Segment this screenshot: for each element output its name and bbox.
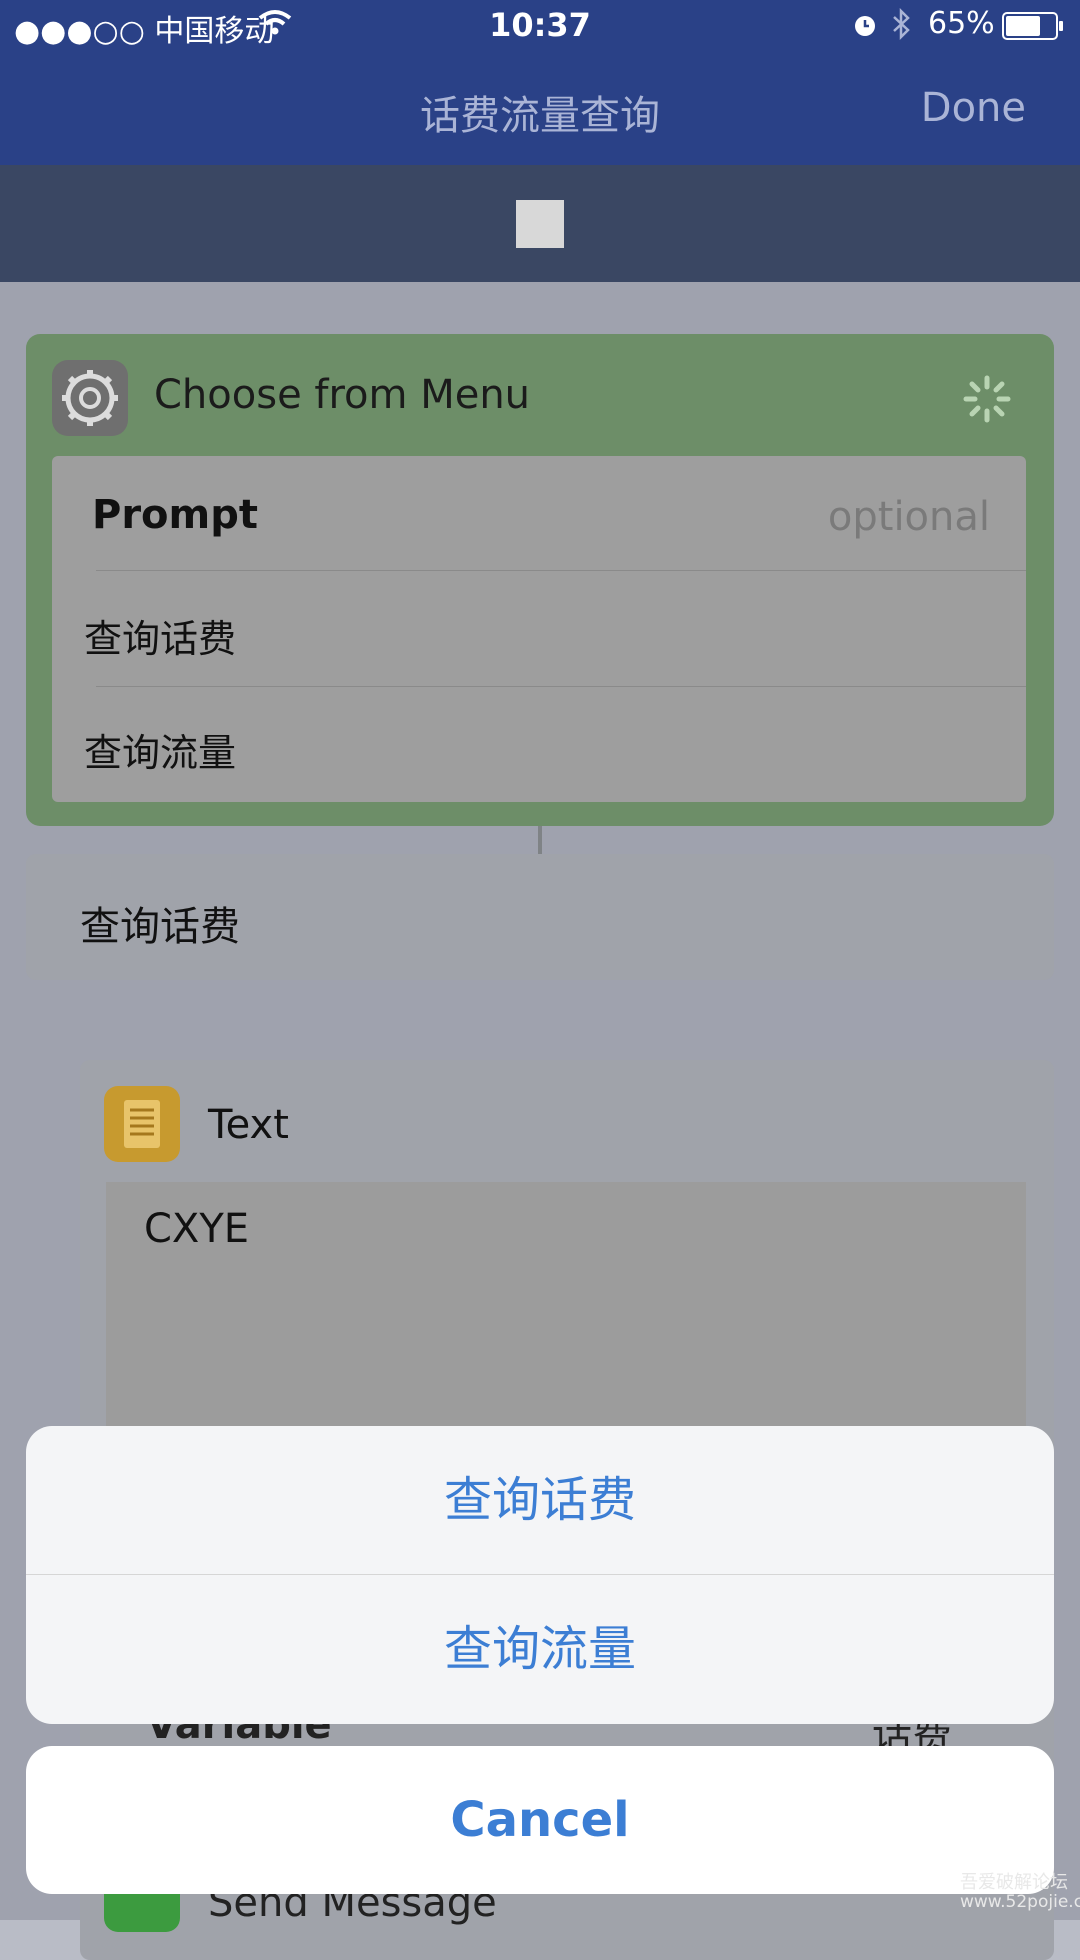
text-field-value: CXYE xyxy=(144,1206,250,1252)
stop-icon[interactable] xyxy=(516,200,564,248)
done-button[interactable]: Done xyxy=(921,85,1026,131)
watermark-text: 吾爱破解论坛 xyxy=(960,1872,1068,1893)
sheet-option-button[interactable]: 查询流量 xyxy=(26,1575,1054,1723)
menu-item[interactable]: 查询话费 xyxy=(84,608,236,663)
action-sheet: 查询话费 查询流量 xyxy=(26,1426,1054,1724)
bluetooth-icon xyxy=(890,7,912,44)
battery-icon xyxy=(1002,12,1064,44)
page-title: 话费流量查询 xyxy=(420,93,660,139)
gear-icon xyxy=(52,360,128,436)
battery-percent: 65% xyxy=(928,6,995,41)
menu-case-label: 查询话费 xyxy=(80,904,240,950)
flow-connector xyxy=(538,826,542,856)
status-bar: ●●●○○ 中国移动 10:37 65% xyxy=(0,0,1080,55)
cancel-button[interactable]: Cancel xyxy=(26,1746,1054,1894)
divider xyxy=(96,570,1026,571)
alarm-icon xyxy=(852,12,878,42)
watermark-url: www.52pojie.cn xyxy=(960,1892,1080,1912)
text-action-title: Text xyxy=(208,1102,289,1148)
prompt-label: Prompt xyxy=(92,492,258,538)
spinner-icon xyxy=(962,374,1012,424)
clock: 10:37 xyxy=(489,6,591,44)
navigation-bar: 话费流量查询 Done xyxy=(0,55,1080,165)
prompt-input[interactable]: optional xyxy=(828,494,990,540)
text-icon xyxy=(104,1086,180,1162)
menu-item[interactable]: 查询流量 xyxy=(84,722,236,777)
sheet-option-button[interactable]: 查询话费 xyxy=(26,1426,1054,1574)
divider xyxy=(96,686,1026,687)
menu-action-title: Choose from Menu xyxy=(154,372,531,418)
